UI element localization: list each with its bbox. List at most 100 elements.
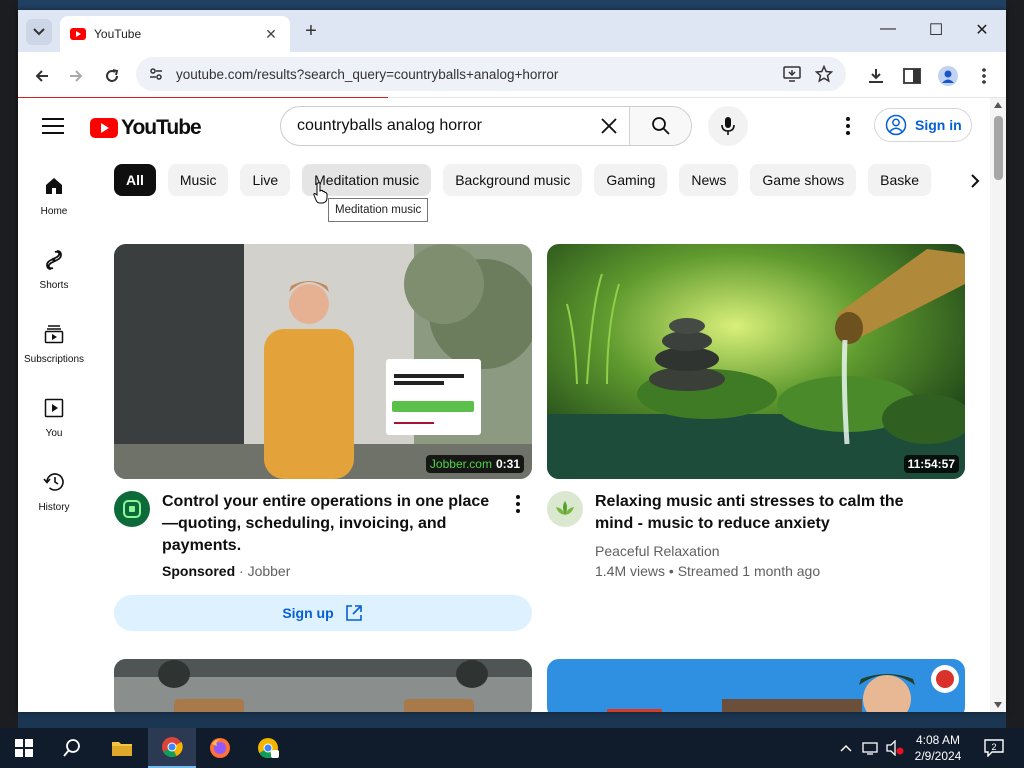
scroll-up-arrow-icon[interactable] xyxy=(994,102,1002,108)
chip-music[interactable]: Music xyxy=(167,164,229,196)
video-title[interactable]: Relaxing music anti stresses to calm the… xyxy=(595,491,937,535)
ad-cta-button[interactable]: Sign up xyxy=(114,595,532,631)
tab-strip: YouTube ✕ + — ☐ ✕ xyxy=(18,10,1006,52)
clear-search-button[interactable] xyxy=(589,107,629,145)
background-window-right xyxy=(1006,0,1024,728)
notification-center-icon[interactable]: 2 xyxy=(980,728,1008,768)
microphone-icon xyxy=(721,117,735,135)
guide-item-history[interactable]: History xyxy=(18,464,90,538)
chips-next-button[interactable] xyxy=(940,164,980,198)
next-result-thumbnail-2[interactable] xyxy=(547,659,965,712)
guide-label: History xyxy=(38,502,70,513)
voice-search-button[interactable] xyxy=(708,106,748,146)
browser-menu-icon[interactable] xyxy=(972,64,996,88)
shorts-icon xyxy=(42,248,66,272)
minimize-button[interactable]: — xyxy=(865,20,911,38)
tab-title: YouTube xyxy=(94,27,142,41)
jobber-avatar[interactable] xyxy=(114,491,150,527)
file-explorer-button[interactable] xyxy=(98,728,146,768)
guide-item-subscriptions[interactable]: Subscriptions xyxy=(18,316,90,390)
reload-icon xyxy=(106,69,119,82)
video-channel[interactable]: Peaceful Relaxation xyxy=(595,541,937,561)
youtube-logo[interactable]: YouTube xyxy=(90,116,202,140)
search-input[interactable] xyxy=(297,117,587,135)
tab-close-icon[interactable]: ✕ xyxy=(262,26,280,43)
settings-more-icon[interactable] xyxy=(836,114,860,138)
next-result-thumbnail[interactable] xyxy=(114,659,532,712)
profile-avatar-icon[interactable] xyxy=(936,64,960,88)
chip-all[interactable]: All xyxy=(114,164,156,196)
chip-live[interactable]: Live xyxy=(240,164,291,196)
account-circle-icon xyxy=(885,114,907,136)
firefox-taskbar-button[interactable] xyxy=(196,728,244,768)
reload-button[interactable] xyxy=(100,64,124,88)
peaceful-relaxation-avatar[interactable] xyxy=(547,491,583,527)
clear-x-icon xyxy=(601,118,617,134)
chip-game-shows[interactable]: Game shows xyxy=(750,164,857,196)
guide-item-home[interactable]: Home xyxy=(18,168,90,242)
browser-tab-youtube[interactable]: YouTube ✕ xyxy=(60,16,290,52)
tab-search-button[interactable] xyxy=(26,19,52,45)
back-button[interactable] xyxy=(30,64,54,88)
new-tab-button[interactable]: + xyxy=(300,21,322,41)
start-button[interactable] xyxy=(0,728,48,768)
chrome-profile-taskbar-button[interactable] xyxy=(244,728,292,768)
maximize-button[interactable]: ☐ xyxy=(913,20,959,40)
folder-icon xyxy=(112,742,132,756)
scrollbar-thumb[interactable] xyxy=(994,116,1003,180)
chip-tooltip: Meditation music xyxy=(328,198,429,222)
guide-item-you[interactable]: You xyxy=(18,390,90,464)
chrome-taskbar-button[interactable] xyxy=(148,728,196,768)
side-panel-icon[interactable] xyxy=(900,64,924,88)
scroll-down-arrow-icon[interactable] xyxy=(994,702,1002,708)
chip-basketball[interactable]: Baske xyxy=(868,164,932,196)
youtube-logo-text: YouTube xyxy=(121,116,202,139)
bookmark-star-icon[interactable] xyxy=(814,64,834,84)
mini-guide: Home Shorts Subscriptions You History xyxy=(18,168,90,538)
clock-date: 2/9/2024 xyxy=(914,749,962,763)
video-thumbnail[interactable]: 11:54:57 xyxy=(547,244,965,479)
hand-pointer-cursor-icon xyxy=(313,182,329,204)
sign-in-button[interactable]: Sign in xyxy=(874,108,972,142)
search-button[interactable] xyxy=(629,107,691,145)
ad-thumbnail[interactable]: Jobber.com 0:31 xyxy=(114,244,532,479)
network-icon[interactable] xyxy=(860,728,882,768)
browser-window: YouTube ✕ + — ☐ ✕ youtube.com/results?se… xyxy=(18,10,1006,712)
bus-interior-thumbnail-image xyxy=(114,659,532,712)
close-window-button[interactable]: ✕ xyxy=(959,20,1005,40)
guide-label: You xyxy=(45,428,63,439)
ad-channel[interactable]: Jobber xyxy=(248,563,291,579)
search-icon xyxy=(651,117,670,135)
search-field[interactable] xyxy=(281,107,589,145)
filter-chips-bar: All Music Live Meditation music Backgrou… xyxy=(114,164,978,198)
duration-badge: Jobber.com 0:31 xyxy=(425,455,524,473)
subscriptions-icon xyxy=(42,322,66,346)
svg-text:2: 2 xyxy=(991,742,996,752)
chip-gaming[interactable]: Gaming xyxy=(594,164,668,196)
forward-arrow-icon xyxy=(70,70,83,82)
video-result-card[interactable]: 11:54:57 Relaxing music anti stresses to… xyxy=(547,244,965,581)
install-app-icon[interactable] xyxy=(782,64,802,84)
ad-thumbnail-image xyxy=(114,244,532,479)
chip-news[interactable]: News xyxy=(679,164,739,196)
ad-title[interactable]: Control your entire operations in one pl… xyxy=(162,491,504,557)
forward-button[interactable] xyxy=(64,64,88,88)
taskbar-search-button[interactable] xyxy=(48,728,96,768)
background-window-left xyxy=(0,0,18,728)
youtube-play-logo-icon xyxy=(90,118,118,138)
page-scrollbar[interactable] xyxy=(990,98,1006,712)
chip-background-music[interactable]: Background music xyxy=(443,164,583,196)
guide-item-shorts[interactable]: Shorts xyxy=(18,242,90,316)
youtube-page: YouTube Sign in xyxy=(18,98,990,712)
tray-overflow-icon[interactable] xyxy=(836,728,856,768)
downloads-icon[interactable] xyxy=(864,64,888,88)
lotus-icon xyxy=(556,501,574,515)
guide-menu-icon[interactable] xyxy=(42,118,64,139)
cta-label: Sign up xyxy=(282,605,334,621)
ad-more-actions-icon[interactable] xyxy=(508,493,528,513)
guide-label: Subscriptions xyxy=(23,354,85,365)
ad-result-card[interactable]: Jobber.com 0:31 Control your entire opera… xyxy=(114,244,532,631)
address-bar[interactable]: youtube.com/results?search_query=country… xyxy=(136,57,846,91)
system-clock[interactable]: 4:08 AM 2/9/2024 xyxy=(900,732,976,764)
browser-toolbar: youtube.com/results?search_query=country… xyxy=(18,52,1006,98)
